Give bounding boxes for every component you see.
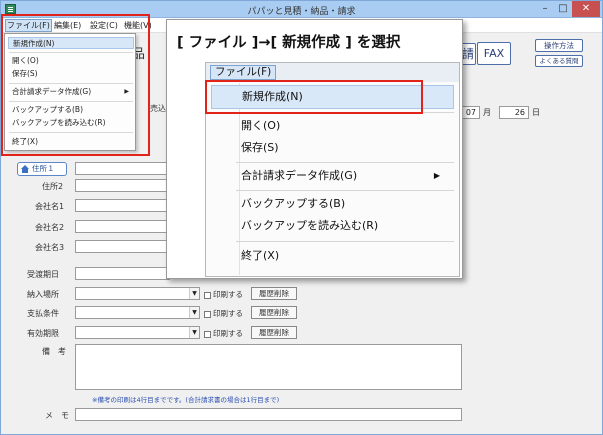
validity-label: 有効期限 xyxy=(27,329,59,338)
delivery-date-label: 受渡期日 xyxy=(27,270,59,279)
zoomed-item-save[interactable]: 保存(S) xyxy=(211,136,454,160)
zoomed-item-exit[interactable]: 終了(X) xyxy=(211,244,454,268)
toolbar-shoukomi-label: 売込 xyxy=(150,104,166,113)
day-unit: 日 xyxy=(532,108,540,117)
delivery-place-print-checkbox[interactable]: 印刷する xyxy=(204,289,243,300)
fax-button[interactable]: FAX xyxy=(477,42,511,65)
zoomed-item-billing[interactable]: 合計請求データ作成(G) ▶ xyxy=(211,164,454,188)
house-icon xyxy=(21,165,29,173)
address1-input[interactable] xyxy=(75,162,170,175)
chevron-down-icon[interactable]: ▼ xyxy=(189,307,199,318)
highlight-box-new-item xyxy=(205,80,423,114)
zoomed-item-restore[interactable]: バックアップを読み込む(R) xyxy=(211,214,454,238)
delivery-date-input[interactable] xyxy=(75,267,170,280)
highlight-box-file-menu xyxy=(1,14,150,156)
memo-label: メ モ xyxy=(45,411,69,420)
zoomed-menu-file[interactable]: ファイル(F) xyxy=(210,65,277,80)
chevron-down-icon[interactable]: ▼ xyxy=(189,288,199,299)
maximize-button[interactable]: □ xyxy=(554,1,572,17)
chevron-down-icon[interactable]: ▼ xyxy=(189,327,199,338)
close-button[interactable]: ✕ xyxy=(572,1,600,17)
address2-input[interactable] xyxy=(75,179,170,192)
day-field[interactable]: 26 xyxy=(499,106,529,119)
address1-button-label: 住所１ xyxy=(32,164,55,173)
company3-input[interactable] xyxy=(75,240,170,253)
month-unit: 月 xyxy=(483,108,491,117)
callout-title: [ ファイル ]→[ 新規作成 ] を選択 xyxy=(177,35,401,51)
company2-input[interactable] xyxy=(75,220,170,233)
payment-terms-clear-history-button[interactable]: 履歴削除 xyxy=(251,306,297,319)
app-window: パパッと見積・納品・請求 – □ ✕ ファイル(F) 編集(E) 設定(C) 機… xyxy=(0,0,603,435)
faq-button[interactable]: よくある質問 xyxy=(535,55,583,67)
remarks-label: 備 考 xyxy=(42,347,66,356)
print-label: 印刷する xyxy=(213,309,243,318)
zoomed-item-open[interactable]: 開く(O) xyxy=(211,114,454,138)
menu-separator xyxy=(236,162,454,163)
menu-separator xyxy=(236,241,454,242)
remarks-note: ※備考の印刷は4行目までです。(合計請求書の場合は1行目まで) xyxy=(92,396,280,404)
instruction-callout: [ ファイル ]→[ 新規作成 ] を選択 ファイル(F) 新規作成(N) 開く… xyxy=(166,19,463,279)
delivery-place-combo[interactable]: ▼ xyxy=(75,287,200,300)
memo-input[interactable] xyxy=(75,408,462,421)
menu-separator xyxy=(236,190,454,191)
print-label: 印刷する xyxy=(213,290,243,299)
company1-input[interactable] xyxy=(75,199,170,212)
payment-terms-label: 支払条件 xyxy=(27,309,59,318)
payment-terms-combo[interactable]: ▼ xyxy=(75,306,200,319)
validity-clear-history-button[interactable]: 履歴削除 xyxy=(251,326,297,339)
zoomed-item-billing-label: 合計請求データ作成(G) xyxy=(241,169,358,182)
company2-label: 会社名2 xyxy=(35,223,65,232)
print-label: 印刷する xyxy=(213,329,243,338)
delivery-place-clear-history-button[interactable]: 履歴削除 xyxy=(251,287,297,300)
address2-label: 住所2 xyxy=(42,182,64,191)
validity-print-checkbox[interactable]: 印刷する xyxy=(204,328,243,339)
delivery-place-label: 納入場所 xyxy=(27,290,59,299)
zoomed-item-backup[interactable]: バックアップする(B) xyxy=(211,192,454,216)
month-field[interactable]: 07 xyxy=(460,106,480,119)
company3-label: 会社名3 xyxy=(35,243,65,252)
how-to-button[interactable]: 操作方法 xyxy=(535,39,583,52)
payment-terms-print-checkbox[interactable]: 印刷する xyxy=(204,308,243,319)
submenu-arrow-icon: ▶ xyxy=(433,171,440,180)
company1-label: 会社名1 xyxy=(35,202,65,211)
validity-combo[interactable]: ▼ xyxy=(75,326,200,339)
minimize-button[interactable]: – xyxy=(536,1,554,17)
remarks-textarea[interactable] xyxy=(75,344,462,390)
address1-button[interactable]: 住所１ xyxy=(17,162,67,176)
